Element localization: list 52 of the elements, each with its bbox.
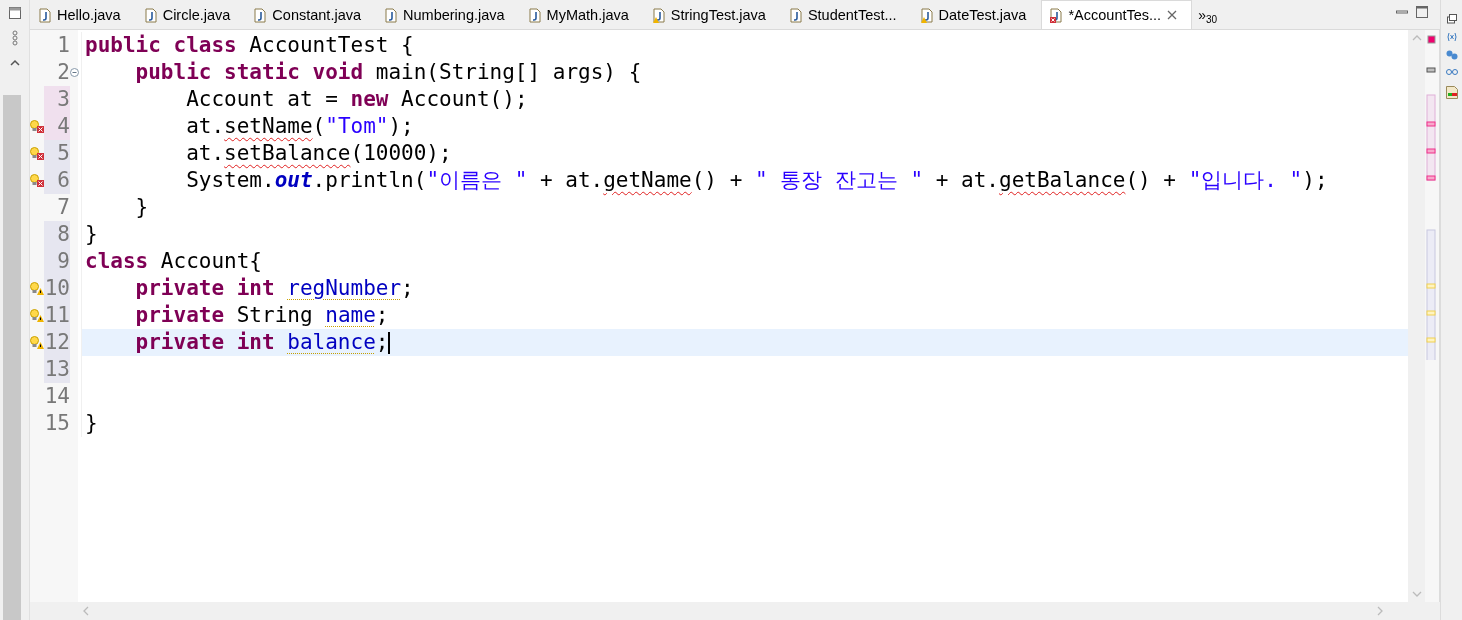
bulb-error-icon[interactable] (30, 147, 44, 160)
bulb-warning-icon[interactable] (30, 282, 44, 295)
bulb-warning-icon[interactable] (30, 309, 44, 322)
line-number: 2 (56, 59, 70, 86)
line-number: 14 (44, 383, 70, 410)
line-number: 10 (44, 275, 70, 302)
tab-label: Constant.java (272, 7, 362, 23)
tab-label: Circle.java (162, 7, 231, 23)
tab-label: MyMath.java (546, 7, 629, 23)
editor-tab[interactable]: DateTest.java (911, 0, 1042, 29)
line-number: 15 (44, 410, 70, 437)
tab-label: Hello.java (57, 7, 121, 23)
close-icon[interactable] (1167, 10, 1178, 20)
tab-label: Numbering.java (403, 7, 505, 23)
editor-tab[interactable]: Circle.java (135, 0, 246, 29)
chevron-up-icon[interactable] (9, 59, 20, 66)
breakpoints-icon[interactable] (1445, 50, 1458, 60)
editor-tab[interactable]: *AccountTes... (1041, 0, 1193, 29)
tab-label: DateTest.java (938, 7, 1027, 23)
editor-tab[interactable]: StudentTest... (780, 0, 912, 29)
variables-icon[interactable] (1445, 32, 1458, 42)
text-caret (388, 332, 390, 354)
editor-tab[interactable]: MyMath.java (519, 0, 644, 29)
line-number: 8 (44, 221, 70, 248)
expressions-icon[interactable] (1445, 68, 1458, 78)
editor-tab[interactable]: Numbering.java (376, 0, 520, 29)
line-number: 6 (44, 167, 70, 194)
document-icon[interactable] (1445, 86, 1458, 99)
line-number: 5 (44, 140, 70, 167)
view-stack-icon[interactable] (1446, 14, 1457, 24)
line-number: 9 (44, 248, 70, 275)
line-number: 3 (44, 86, 70, 113)
line-number: 13 (44, 356, 70, 383)
line-number: 11 (44, 302, 70, 329)
line-number: 1 (56, 32, 70, 59)
tab-label: *AccountTes... (1068, 7, 1162, 23)
bulb-error-icon[interactable] (30, 174, 44, 187)
tab-overflow-button[interactable]: »$_{30}$ (1192, 3, 1224, 29)
editor-tab[interactable]: Hello.java (30, 0, 136, 29)
line-number: 7 (56, 194, 70, 221)
maximize-icon[interactable] (1416, 6, 1428, 18)
editor-tab[interactable]: StringTest.java (643, 0, 781, 29)
bulb-error-icon[interactable] (30, 120, 44, 133)
editor-tab[interactable]: Constant.java (245, 0, 377, 29)
line-number: 12 (44, 329, 70, 356)
more-dots-icon[interactable] (11, 29, 18, 46)
tab-label: StringTest.java (670, 7, 766, 23)
tab-label: StudentTest... (807, 7, 897, 23)
bulb-warning-icon[interactable] (30, 336, 44, 349)
line-number: 4 (44, 113, 70, 140)
fold-collapse-icon[interactable] (70, 68, 79, 77)
restore-icon[interactable] (8, 6, 21, 19)
